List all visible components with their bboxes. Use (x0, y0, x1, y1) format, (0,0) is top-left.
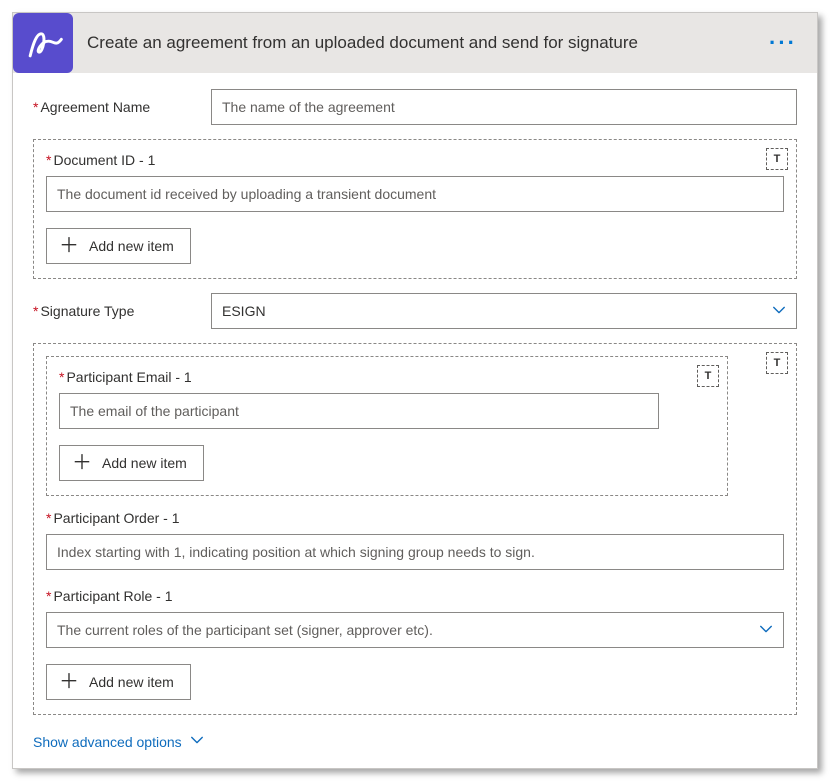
add-participant-email-button[interactable]: ＋ Add new item (59, 445, 204, 481)
chevron-down-icon (190, 733, 204, 750)
add-participant-button[interactable]: ＋ Add new item (46, 664, 191, 700)
action-card: Create an agreement from an uploaded doc… (12, 12, 818, 769)
required-asterisk: * (46, 510, 51, 526)
required-asterisk: * (33, 303, 38, 319)
participant-group: T T *Participant Email - 1 ＋ Add new ite… (33, 343, 797, 715)
chevron-down-icon (759, 622, 773, 639)
required-asterisk: * (46, 588, 51, 604)
agreement-name-row: *Agreement Name (33, 89, 797, 125)
card-header: Create an agreement from an uploaded doc… (13, 13, 817, 73)
participant-order-input[interactable] (46, 534, 784, 570)
participant-role-select[interactable]: The current roles of the participant set… (46, 612, 784, 648)
signature-type-label: *Signature Type (33, 303, 211, 319)
more-menu-button[interactable]: ··· (761, 30, 805, 56)
chevron-down-icon (772, 303, 786, 320)
adobe-sign-icon (13, 13, 73, 73)
document-id-input[interactable] (46, 176, 784, 212)
card-body: *Agreement Name T *Document ID - 1 ＋ Add… (13, 73, 817, 768)
dynamic-content-button[interactable]: T (697, 365, 719, 387)
participant-email-label: *Participant Email - 1 (59, 369, 715, 385)
plus-icon: ＋ (59, 672, 79, 692)
agreement-name-label: *Agreement Name (33, 99, 211, 115)
add-document-button[interactable]: ＋ Add new item (46, 228, 191, 264)
plus-icon: ＋ (59, 236, 79, 256)
participant-email-input[interactable] (59, 393, 659, 429)
required-asterisk: * (59, 369, 64, 385)
participant-order-label: *Participant Order - 1 (46, 510, 784, 526)
signature-type-select[interactable]: ESIGN (211, 293, 797, 329)
signature-type-row: *Signature Type ESIGN (33, 293, 797, 329)
participant-role-label: *Participant Role - 1 (46, 588, 784, 604)
show-advanced-options-link[interactable]: Show advanced options (33, 733, 204, 750)
participant-email-group: T *Participant Email - 1 ＋ Add new item (46, 356, 728, 496)
dynamic-content-button[interactable]: T (766, 352, 788, 374)
plus-icon: ＋ (72, 453, 92, 473)
agreement-name-input[interactable] (211, 89, 797, 125)
card-title: Create an agreement from an uploaded doc… (73, 33, 761, 53)
required-asterisk: * (46, 152, 51, 168)
document-id-label: *Document ID - 1 (46, 152, 784, 168)
dynamic-content-button[interactable]: T (766, 148, 788, 170)
required-asterisk: * (33, 99, 38, 115)
document-id-group: T *Document ID - 1 ＋ Add new item (33, 139, 797, 279)
